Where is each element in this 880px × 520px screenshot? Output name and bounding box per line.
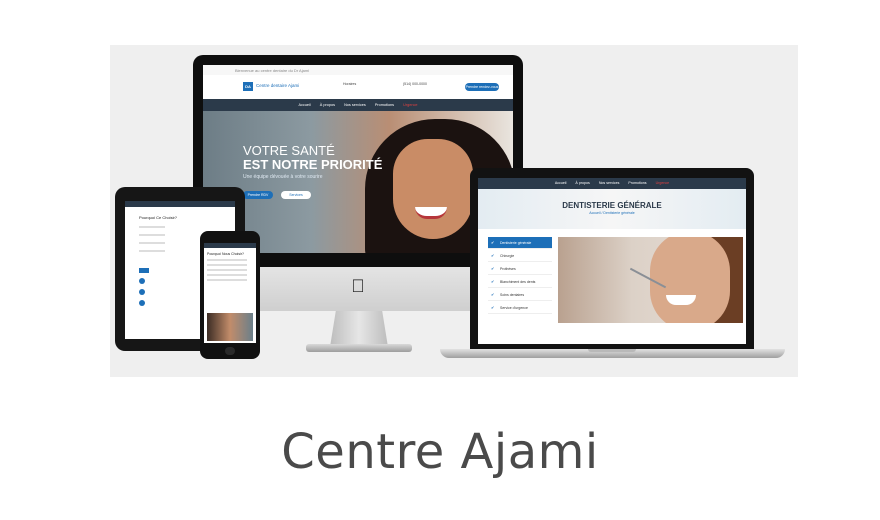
tablet-title: Pourquoi Ce Choisir? xyxy=(139,215,178,220)
logo-text: Centre dentaire Ajami xyxy=(256,83,300,88)
apple-logo-icon:  xyxy=(349,275,367,297)
rdv-button: Prendre rendez-vous xyxy=(465,83,499,91)
phone-text-line xyxy=(207,269,247,271)
nav-item: Accueil xyxy=(298,103,311,107)
imac-topbar: Bienvenue au centre dentaire du Dr Ajami xyxy=(203,65,513,75)
tablet-text-line xyxy=(139,226,165,228)
laptop-device: Accueil À propos Nos services Promotions… xyxy=(470,168,754,350)
tablet-text-line xyxy=(139,234,165,236)
breadcrumb: Accueil / Dentisterie générale xyxy=(589,211,635,215)
tablet-feature-icon xyxy=(139,300,145,306)
phone-screen: Pourquoi Nous Choisir? xyxy=(204,243,256,343)
tablet-text-line xyxy=(139,250,165,252)
imac-stand xyxy=(330,311,388,347)
tablet-text-line xyxy=(139,242,165,244)
tablet-feature-icon xyxy=(139,289,145,295)
nav-item: Promotions xyxy=(628,181,647,185)
sidebar-item: ✔ Blanchiment des dents xyxy=(488,276,552,288)
tablet-nav xyxy=(125,201,235,207)
nav-item: Urgence xyxy=(655,181,670,185)
imac-screen: Bienvenue au centre dentaire du Dr Ajami… xyxy=(203,65,513,253)
check-icon: ✔ xyxy=(491,305,495,310)
laptop-content: ✔ Dentisterie générale ✔ Chirurgie ✔ Prothè… xyxy=(478,229,746,344)
dental-photo xyxy=(558,237,743,323)
nav-item: À propos xyxy=(575,181,590,185)
check-icon: ✔ xyxy=(491,266,495,271)
hero-secondary-button: Services xyxy=(281,191,311,199)
tablet-feature-icon xyxy=(139,278,145,284)
hero-primary-button: Prendre RDV xyxy=(243,191,273,199)
sidebar-item: ✔ Dentisterie générale xyxy=(488,237,552,249)
project-caption: Centre Ajami xyxy=(281,424,599,480)
laptop-notch xyxy=(588,349,636,352)
phone-text-line xyxy=(207,274,247,276)
nav-item: À propos xyxy=(319,103,335,107)
nav-item: Nos services xyxy=(598,181,620,185)
logo-icon: DA xyxy=(243,82,253,91)
hero-title-line2: EST NOTRE PRIORITÉ xyxy=(243,157,383,172)
sidebar-item: ✔ Service d'urgence xyxy=(488,302,552,314)
page-banner: DENTISTERIE GÉNÉRALE Accueil / Dentister… xyxy=(478,189,746,229)
phone-photo xyxy=(207,313,253,341)
contact-phone: (514) 000-0000 xyxy=(403,82,427,86)
phone-text-line xyxy=(207,264,247,266)
check-icon: ✔ xyxy=(491,279,495,284)
contact-hours: Horaires xyxy=(343,82,357,86)
photo-face xyxy=(650,237,730,323)
phone-device: Pourquoi Nous Choisir? xyxy=(200,231,260,359)
laptop-screen: Accueil À propos Nos services Promotions… xyxy=(478,178,746,344)
tablet-button xyxy=(139,268,149,273)
sidebar-item: ✔ Prothèses xyxy=(488,263,552,275)
check-icon: ✔ xyxy=(491,292,495,297)
nav-item: Accueil xyxy=(554,181,567,185)
hero-photo-face xyxy=(393,139,473,239)
imac-header: DA Centre dentaire Ajami Horaires (514) … xyxy=(203,75,513,99)
page-title: DENTISTERIE GÉNÉRALE xyxy=(562,201,662,210)
phone-text-line xyxy=(207,279,247,281)
imac-stand-base xyxy=(306,344,412,352)
sidebar-item: ✔ Chirurgie xyxy=(488,250,552,262)
laptop-nav: Accueil À propos Nos services Promotions… xyxy=(478,178,746,189)
nav-item: Nos services xyxy=(344,103,366,107)
hero-title-line1: VOTRE SANTÉ xyxy=(243,143,335,158)
service-sidebar: ✔ Dentisterie générale ✔ Chirurgie ✔ Prothè… xyxy=(488,237,552,315)
device-mockup-image: Bienvenue au centre dentaire du Dr Ajami… xyxy=(110,45,798,377)
check-icon: ✔ xyxy=(491,240,495,245)
phone-text-line xyxy=(207,259,247,261)
sidebar-item: ✔ Soins dentaires xyxy=(488,289,552,301)
nav-item: Urgence xyxy=(403,103,418,107)
hero-subtitle: Une équipe dévouée à votre sourire xyxy=(243,174,323,180)
phone-title: Pourquoi Nous Choisir? xyxy=(207,252,244,256)
check-icon: ✔ xyxy=(491,253,495,258)
phone-nav xyxy=(204,243,256,248)
phone-home-button xyxy=(225,347,235,355)
nav-item: Promotions xyxy=(374,103,395,107)
imac-nav: Accueil À propos Nos services Promotions… xyxy=(203,99,513,111)
